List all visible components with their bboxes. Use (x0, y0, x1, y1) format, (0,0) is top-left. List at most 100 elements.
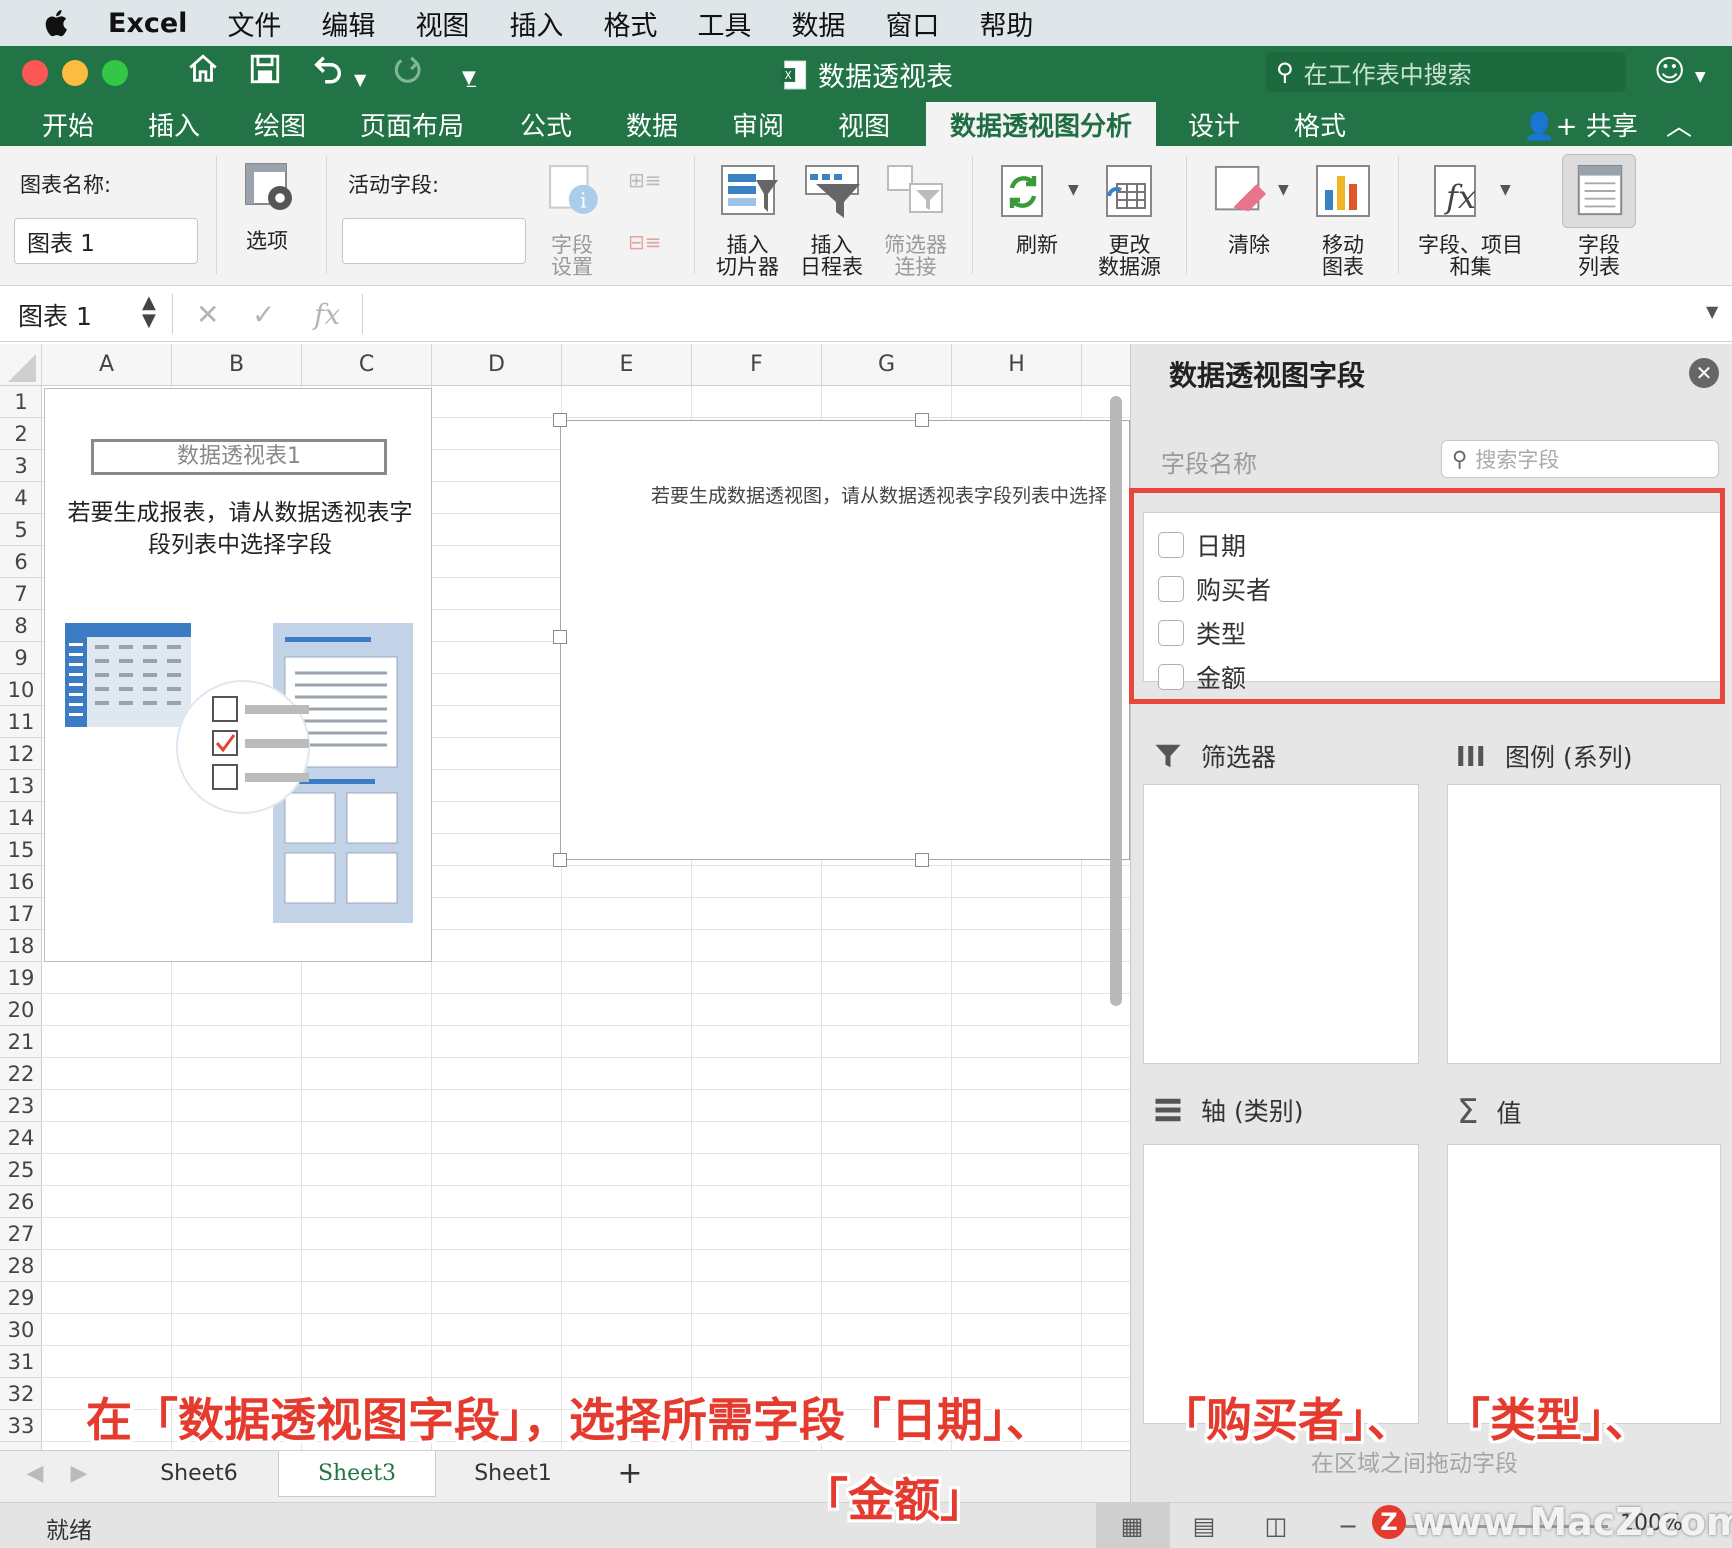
resize-handle-top[interactable] (915, 413, 929, 427)
pivot-chart-placeholder[interactable]: 若要生成数据透视图，请从数据透视表字段列表中选择 (560, 420, 1130, 860)
row-header[interactable]: 30 (0, 1314, 42, 1346)
expand-field-icon[interactable]: ⊞≡ (628, 168, 662, 192)
zoom-out-icon[interactable]: − (1320, 1507, 1376, 1545)
next-sheet-icon[interactable]: ▶ (66, 1451, 92, 1497)
page-break-view-icon[interactable]: ◫ (1248, 1507, 1304, 1545)
collapse-ribbon-icon[interactable]: ︿ (1666, 112, 1692, 142)
row-header[interactable]: 33 (0, 1410, 42, 1442)
field-settings-label[interactable]: 字段 设置 (551, 234, 593, 278)
close-pane-icon[interactable]: ✕ (1689, 358, 1719, 388)
redo-icon[interactable] (390, 52, 424, 86)
tab-data[interactable]: 数据 (626, 106, 678, 143)
select-all-corner[interactable] (0, 344, 42, 386)
tab-insert[interactable]: 插入 (148, 106, 200, 143)
tab-page-layout[interactable]: 页面布局 (360, 106, 464, 143)
menu-format[interactable]: 格式 (603, 4, 657, 43)
insert-function-icon[interactable]: fx (314, 298, 340, 331)
undo-icon[interactable] (310, 52, 346, 86)
menu-insert[interactable]: 插入 (509, 4, 563, 43)
row-header[interactable]: 2 (0, 418, 42, 450)
resize-handle-bottom[interactable] (915, 853, 929, 867)
column-header-a[interactable]: A (42, 344, 172, 386)
axis-drop-area[interactable] (1143, 1144, 1419, 1424)
sheet-search-input[interactable]: ⚲ 在工作表中搜索 (1266, 52, 1626, 92)
row-header[interactable]: 17 (0, 898, 42, 930)
row-header[interactable]: 8 (0, 610, 42, 642)
row-header[interactable]: 22 (0, 1058, 42, 1090)
row-header[interactable]: 1 (0, 386, 42, 418)
zoom-window-button[interactable] (102, 60, 128, 86)
undo-dropdown-icon[interactable]: ▼ (354, 62, 366, 98)
row-header[interactable]: 18 (0, 930, 42, 962)
row-header[interactable]: 27 (0, 1218, 42, 1250)
sheet-tab-sheet3[interactable]: Sheet3 (278, 1451, 436, 1497)
column-header-h[interactable]: H (952, 344, 1082, 386)
close-window-button[interactable] (22, 60, 48, 86)
column-header-d[interactable]: D (432, 344, 562, 386)
move-chart-label[interactable]: 移动 图表 (1322, 234, 1364, 278)
filters-drop-area[interactable] (1143, 784, 1419, 1064)
values-drop-area[interactable] (1447, 1144, 1721, 1424)
clear-icon[interactable] (1214, 164, 1268, 220)
tab-view[interactable]: 视图 (838, 106, 890, 143)
field-list-label[interactable]: 字段 列表 (1578, 234, 1620, 278)
tab-review[interactable]: 审阅 (732, 106, 784, 143)
tab-format[interactable]: 格式 (1294, 106, 1346, 143)
tab-home[interactable]: 开始 (42, 106, 94, 143)
row-header[interactable]: 31 (0, 1346, 42, 1378)
legend-drop-area[interactable] (1447, 784, 1721, 1064)
menu-window[interactable]: 窗口 (885, 4, 939, 43)
resize-handle-left[interactable] (553, 630, 567, 644)
add-sheet-button[interactable]: + (600, 1451, 660, 1497)
tab-formulas[interactable]: 公式 (520, 106, 572, 143)
chart-name-input[interactable]: 图表 1 (14, 218, 198, 264)
fields-items-dropdown-icon[interactable]: ▼ (1500, 182, 1511, 198)
field-settings-icon[interactable]: i (548, 164, 602, 218)
tab-draw[interactable]: 绘图 (254, 106, 306, 143)
row-header[interactable]: 28 (0, 1250, 42, 1282)
menu-app-name[interactable]: Excel (108, 8, 187, 39)
home-icon[interactable] (186, 52, 220, 86)
insert-timeline-label[interactable]: 插入 日程表 (800, 234, 863, 278)
normal-view-icon[interactable]: ▦ (1104, 1507, 1160, 1545)
pivot-options-icon[interactable] (244, 162, 296, 214)
resize-handle-top-left[interactable] (553, 413, 567, 427)
name-box-stepper-icon[interactable]: ▲ ▼ (142, 294, 156, 330)
fields-items-sets-icon[interactable]: fx (1432, 164, 1490, 220)
row-header[interactable]: 11 (0, 706, 42, 738)
row-header[interactable]: 16 (0, 866, 42, 898)
pivot-table-placeholder[interactable]: 数据透视表1 若要生成报表，请从数据透视表字段列表中选择字段 (44, 388, 432, 962)
menu-data[interactable]: 数据 (791, 4, 845, 43)
feedback-smiley-icon[interactable]: ☺ ▼ (1654, 54, 1706, 89)
row-header[interactable]: 5 (0, 514, 42, 546)
move-chart-icon[interactable] (1314, 164, 1372, 220)
expand-formula-bar-icon[interactable]: ▼ (1706, 302, 1718, 321)
column-header-f[interactable]: F (692, 344, 822, 386)
change-data-source-label[interactable]: 更改 数据源 (1098, 234, 1161, 278)
row-header[interactable]: 4 (0, 482, 42, 514)
column-header-e[interactable]: E (562, 344, 692, 386)
row-header[interactable]: 9 (0, 642, 42, 674)
row-header[interactable]: 24 (0, 1122, 42, 1154)
sheet-tab-sheet6[interactable]: Sheet6 (130, 1451, 268, 1497)
column-header-c[interactable]: C (302, 344, 432, 386)
row-header[interactable]: 14 (0, 802, 42, 834)
row-header[interactable]: 21 (0, 1026, 42, 1058)
confirm-formula-icon[interactable]: ✓ (252, 298, 275, 331)
customize-toolbar-icon[interactable]: ▼̲ (462, 60, 476, 96)
menu-tools[interactable]: 工具 (697, 4, 751, 43)
insert-timeline-icon[interactable] (804, 164, 864, 220)
row-header[interactable]: 6 (0, 546, 42, 578)
menu-file[interactable]: 文件 (227, 4, 281, 43)
formula-input[interactable] (364, 290, 1684, 338)
clear-label[interactable]: 清除 (1228, 234, 1270, 256)
row-header[interactable]: 3 (0, 450, 42, 482)
column-header-g[interactable]: G (822, 344, 952, 386)
row-header[interactable]: 7 (0, 578, 42, 610)
row-header[interactable]: 20 (0, 994, 42, 1026)
row-header[interactable]: 19 (0, 962, 42, 994)
tab-pivotchart-analyze[interactable]: 数据透视图分析 (926, 102, 1157, 146)
row-header[interactable]: 23 (0, 1090, 42, 1122)
filter-connections-icon[interactable] (886, 164, 946, 220)
tab-design[interactable]: 设计 (1188, 106, 1240, 143)
